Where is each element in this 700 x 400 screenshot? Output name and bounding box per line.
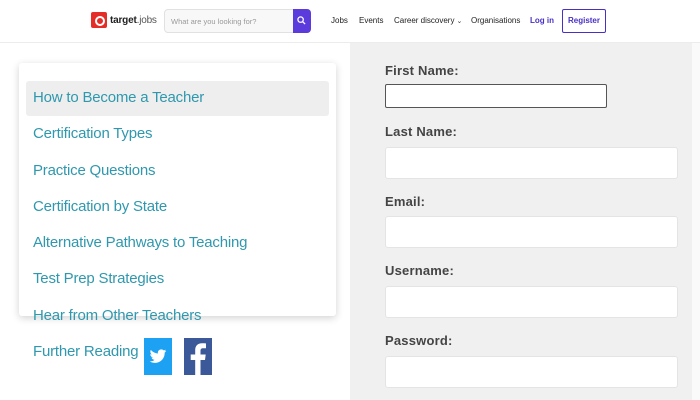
- password-label: Password:: [385, 333, 453, 348]
- nav-jobs-link[interactable]: Jobs: [331, 16, 348, 25]
- menu-item-practice-questions[interactable]: Practice Questions: [33, 162, 155, 179]
- chevron-down-icon: ⌄: [456, 18, 463, 25]
- email-label: Email:: [385, 194, 426, 209]
- menu-item-test-prep[interactable]: Test Prep Strategies: [33, 270, 164, 287]
- password-field[interactable]: [385, 356, 678, 388]
- register-button[interactable]: Register: [562, 9, 606, 33]
- login-link[interactable]: Log in: [530, 16, 554, 25]
- nav-organisations-link[interactable]: Organisations: [471, 16, 520, 25]
- menu-item-alternative-pathways[interactable]: Alternative Pathways to Teaching: [33, 234, 247, 251]
- nav-career-label: Career discovery: [394, 16, 455, 25]
- menu-item-further-reading[interactable]: Further Reading: [33, 343, 139, 360]
- email-field[interactable]: [385, 216, 678, 248]
- menu-item-hear-from-teachers[interactable]: Hear from Other Teachers: [33, 307, 202, 324]
- logo-mark-icon: [91, 10, 107, 30]
- username-field[interactable]: [385, 286, 678, 318]
- scrollbar[interactable]: [692, 43, 700, 400]
- logo-text: target.jobs: [110, 14, 157, 26]
- menu-item-certification-types[interactable]: Certification Types: [33, 125, 153, 142]
- twitter-link[interactable]: [144, 338, 172, 375]
- last-name-field[interactable]: [385, 147, 678, 179]
- first-name-field[interactable]: [385, 84, 607, 108]
- twitter-icon: [149, 349, 167, 363]
- first-name-label: First Name:: [385, 63, 459, 78]
- search-icon: [297, 16, 306, 25]
- menu-item-certification-by-state[interactable]: Certification by State: [33, 198, 167, 215]
- nav-career-discovery-dropdown[interactable]: Career discovery ⌄: [394, 16, 462, 25]
- search-box: [164, 9, 311, 33]
- facebook-icon: [190, 343, 206, 375]
- username-label: Username:: [385, 263, 454, 278]
- nav-events-link[interactable]: Events: [359, 16, 383, 25]
- facebook-link[interactable]: [184, 338, 212, 375]
- search-input[interactable]: [165, 10, 293, 32]
- search-button[interactable]: [293, 9, 311, 33]
- site-logo[interactable]: target.jobs: [91, 10, 157, 30]
- last-name-label: Last Name:: [385, 124, 458, 139]
- menu-item-how-to-become-teacher[interactable]: How to Become a Teacher: [33, 89, 204, 106]
- site-header: target.jobs Jobs Events Career discovery…: [0, 0, 700, 43]
